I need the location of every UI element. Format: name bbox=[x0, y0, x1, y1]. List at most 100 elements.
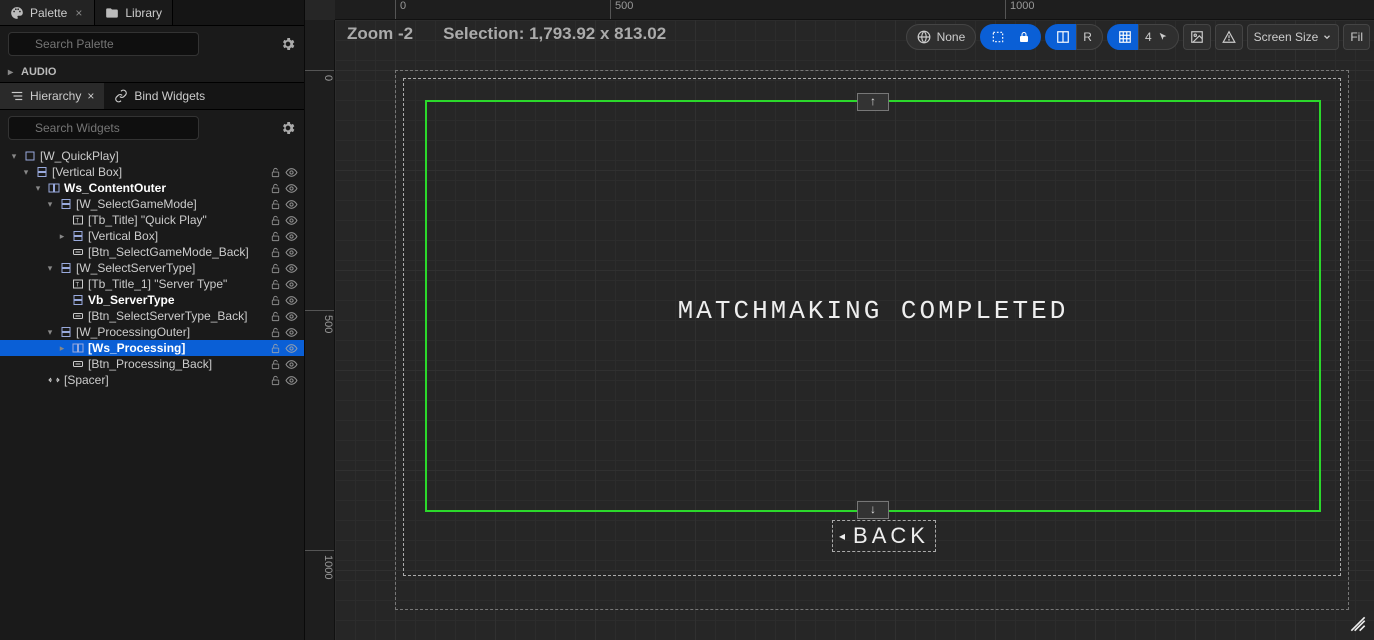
vbox-icon bbox=[35, 165, 49, 179]
reset-button[interactable]: R bbox=[1076, 24, 1103, 50]
design-viewport[interactable]: Zoom -2 Selection: 1,793.92 x 813.02 Non… bbox=[335, 20, 1374, 640]
tree-toggle[interactable]: ▾ bbox=[32, 183, 44, 194]
eye-icon[interactable] bbox=[285, 246, 298, 259]
tree-row[interactable]: ▸[Ws_Processing] bbox=[0, 340, 304, 356]
tree-item-label: Vb_ServerType bbox=[88, 293, 300, 307]
tab-bind-widgets-label: Bind Widgets bbox=[134, 89, 205, 103]
back-button-widget[interactable]: ◂ BACK bbox=[832, 520, 936, 552]
viewport-toolbar: None R bbox=[906, 24, 1370, 50]
hierarchy-tree[interactable]: ▾[W_QuickPlay]▾[Vertical Box]▾Ws_Content… bbox=[0, 146, 304, 640]
unlock-icon[interactable] bbox=[270, 279, 281, 290]
tree-row[interactable]: [Btn_SelectServerType_Back] bbox=[0, 308, 304, 324]
search-widgets-input[interactable] bbox=[8, 116, 199, 140]
unlock-icon[interactable] bbox=[270, 295, 281, 306]
tree-row[interactable]: ▾[W_SelectServerType] bbox=[0, 260, 304, 276]
tree-row[interactable]: T[Tb_Title] "Quick Play" bbox=[0, 212, 304, 228]
gear-icon[interactable] bbox=[280, 120, 296, 136]
close-icon[interactable]: × bbox=[87, 89, 94, 103]
tree-row[interactable]: ▾Ws_ContentOuter bbox=[0, 180, 304, 196]
eye-icon[interactable] bbox=[285, 326, 298, 339]
tree-toggle[interactable]: ▸ bbox=[56, 231, 68, 242]
unlock-icon[interactable] bbox=[270, 247, 281, 258]
tab-palette[interactable]: Palette × bbox=[0, 0, 95, 25]
audio-section-label: AUDIO bbox=[21, 66, 56, 78]
layout-toggle[interactable] bbox=[1045, 24, 1077, 50]
unlock-icon[interactable] bbox=[270, 311, 281, 322]
tree-toggle[interactable]: ▾ bbox=[44, 263, 56, 274]
grid-size-button[interactable]: 4 bbox=[1138, 24, 1179, 50]
tree-toggle[interactable]: ▾ bbox=[8, 151, 20, 162]
unlock-icon[interactable] bbox=[270, 327, 281, 338]
tree-toggle[interactable]: ▾ bbox=[20, 167, 32, 178]
tree-toggle[interactable]: ▾ bbox=[44, 199, 56, 210]
tree-row[interactable]: Vb_ServerType bbox=[0, 292, 304, 308]
tree-row[interactable]: ▾[W_SelectGameMode] bbox=[0, 196, 304, 212]
tree-row[interactable]: [Btn_SelectGameMode_Back] bbox=[0, 244, 304, 260]
lock-toggle[interactable] bbox=[1011, 24, 1041, 50]
tree-row[interactable]: T[Tb_Title_1] "Server Type" bbox=[0, 276, 304, 292]
unlock-icon[interactable] bbox=[270, 167, 281, 178]
outline-icon bbox=[991, 30, 1005, 44]
fill-button[interactable]: Fil bbox=[1343, 24, 1370, 50]
text-icon: T bbox=[71, 277, 85, 291]
tab-library-label: Library bbox=[125, 6, 162, 20]
vbox-icon bbox=[71, 229, 85, 243]
eye-icon[interactable] bbox=[285, 262, 298, 275]
image-button[interactable] bbox=[1183, 24, 1211, 50]
warning-button[interactable] bbox=[1215, 24, 1243, 50]
tree-row[interactable]: ▾[W_QuickPlay] bbox=[0, 148, 304, 164]
outline-toggle[interactable] bbox=[980, 24, 1012, 50]
tree-item-label: [Vertical Box] bbox=[52, 165, 300, 179]
localization-button[interactable]: None bbox=[906, 24, 977, 50]
btn-icon bbox=[71, 309, 85, 323]
tab-hierarchy[interactable]: Hierarchy × bbox=[0, 83, 104, 109]
tree-row[interactable]: [Btn_Processing_Back] bbox=[0, 356, 304, 372]
eye-icon[interactable] bbox=[285, 294, 298, 307]
unlock-icon[interactable] bbox=[270, 199, 281, 210]
eye-icon[interactable] bbox=[285, 166, 298, 179]
tree-row[interactable]: [Spacer] bbox=[0, 372, 304, 388]
tree-item-label: [W_ProcessingOuter] bbox=[76, 325, 300, 339]
anchor-top[interactable]: ↑ bbox=[857, 93, 889, 111]
grid-toggle[interactable] bbox=[1107, 24, 1139, 50]
palette-tabs: Palette × Library bbox=[0, 0, 304, 26]
palette-icon bbox=[10, 6, 24, 20]
ruler-horizontal: 050010001500 bbox=[335, 0, 1374, 20]
ruler-tick: 500 bbox=[305, 310, 334, 333]
ruler-vertical: 05001000 bbox=[305, 20, 335, 640]
close-icon[interactable]: × bbox=[73, 6, 84, 20]
tree-row[interactable]: ▸[Vertical Box] bbox=[0, 228, 304, 244]
tree-row[interactable]: ▾ [Vertical Box] bbox=[0, 164, 304, 180]
gear-icon[interactable] bbox=[280, 36, 296, 52]
unlock-icon[interactable] bbox=[270, 359, 281, 370]
unlock-icon[interactable] bbox=[270, 343, 281, 354]
unlock-icon[interactable] bbox=[270, 231, 281, 242]
tree-item-label: [Btn_SelectGameMode_Back] bbox=[88, 245, 300, 259]
eye-icon[interactable] bbox=[285, 214, 298, 227]
eye-icon[interactable] bbox=[285, 310, 298, 323]
screen-size-dropdown[interactable]: Screen Size bbox=[1247, 24, 1340, 50]
selection-rect[interactable]: ↑ ↓ MATCHMAKING COMPLETED bbox=[425, 100, 1321, 512]
tree-row[interactable]: ▾ [W_ProcessingOuter] bbox=[0, 324, 304, 340]
tree-toggle[interactable]: ▾ bbox=[44, 327, 56, 338]
tree-toggle[interactable]: ▸ bbox=[56, 343, 68, 354]
eye-icon[interactable] bbox=[285, 230, 298, 243]
eye-icon[interactable] bbox=[285, 278, 298, 291]
unlock-icon[interactable] bbox=[270, 375, 281, 386]
eye-icon[interactable] bbox=[285, 358, 298, 371]
vbox-icon bbox=[59, 261, 73, 275]
vbox-icon bbox=[59, 197, 73, 211]
unlock-icon[interactable] bbox=[270, 183, 281, 194]
unlock-icon[interactable] bbox=[270, 215, 281, 226]
eye-icon[interactable] bbox=[285, 198, 298, 211]
eye-icon[interactable] bbox=[285, 182, 298, 195]
tab-library[interactable]: Library bbox=[95, 0, 173, 25]
audio-section-header[interactable]: AUDIO bbox=[0, 62, 304, 82]
eye-icon[interactable] bbox=[285, 342, 298, 355]
eye-icon[interactable] bbox=[285, 374, 298, 387]
anchor-bottom[interactable]: ↓ bbox=[857, 501, 889, 519]
palette-search-row bbox=[0, 26, 304, 62]
tab-bind-widgets[interactable]: Bind Widgets bbox=[104, 83, 215, 109]
unlock-icon[interactable] bbox=[270, 263, 281, 274]
search-palette-input[interactable] bbox=[8, 32, 199, 56]
